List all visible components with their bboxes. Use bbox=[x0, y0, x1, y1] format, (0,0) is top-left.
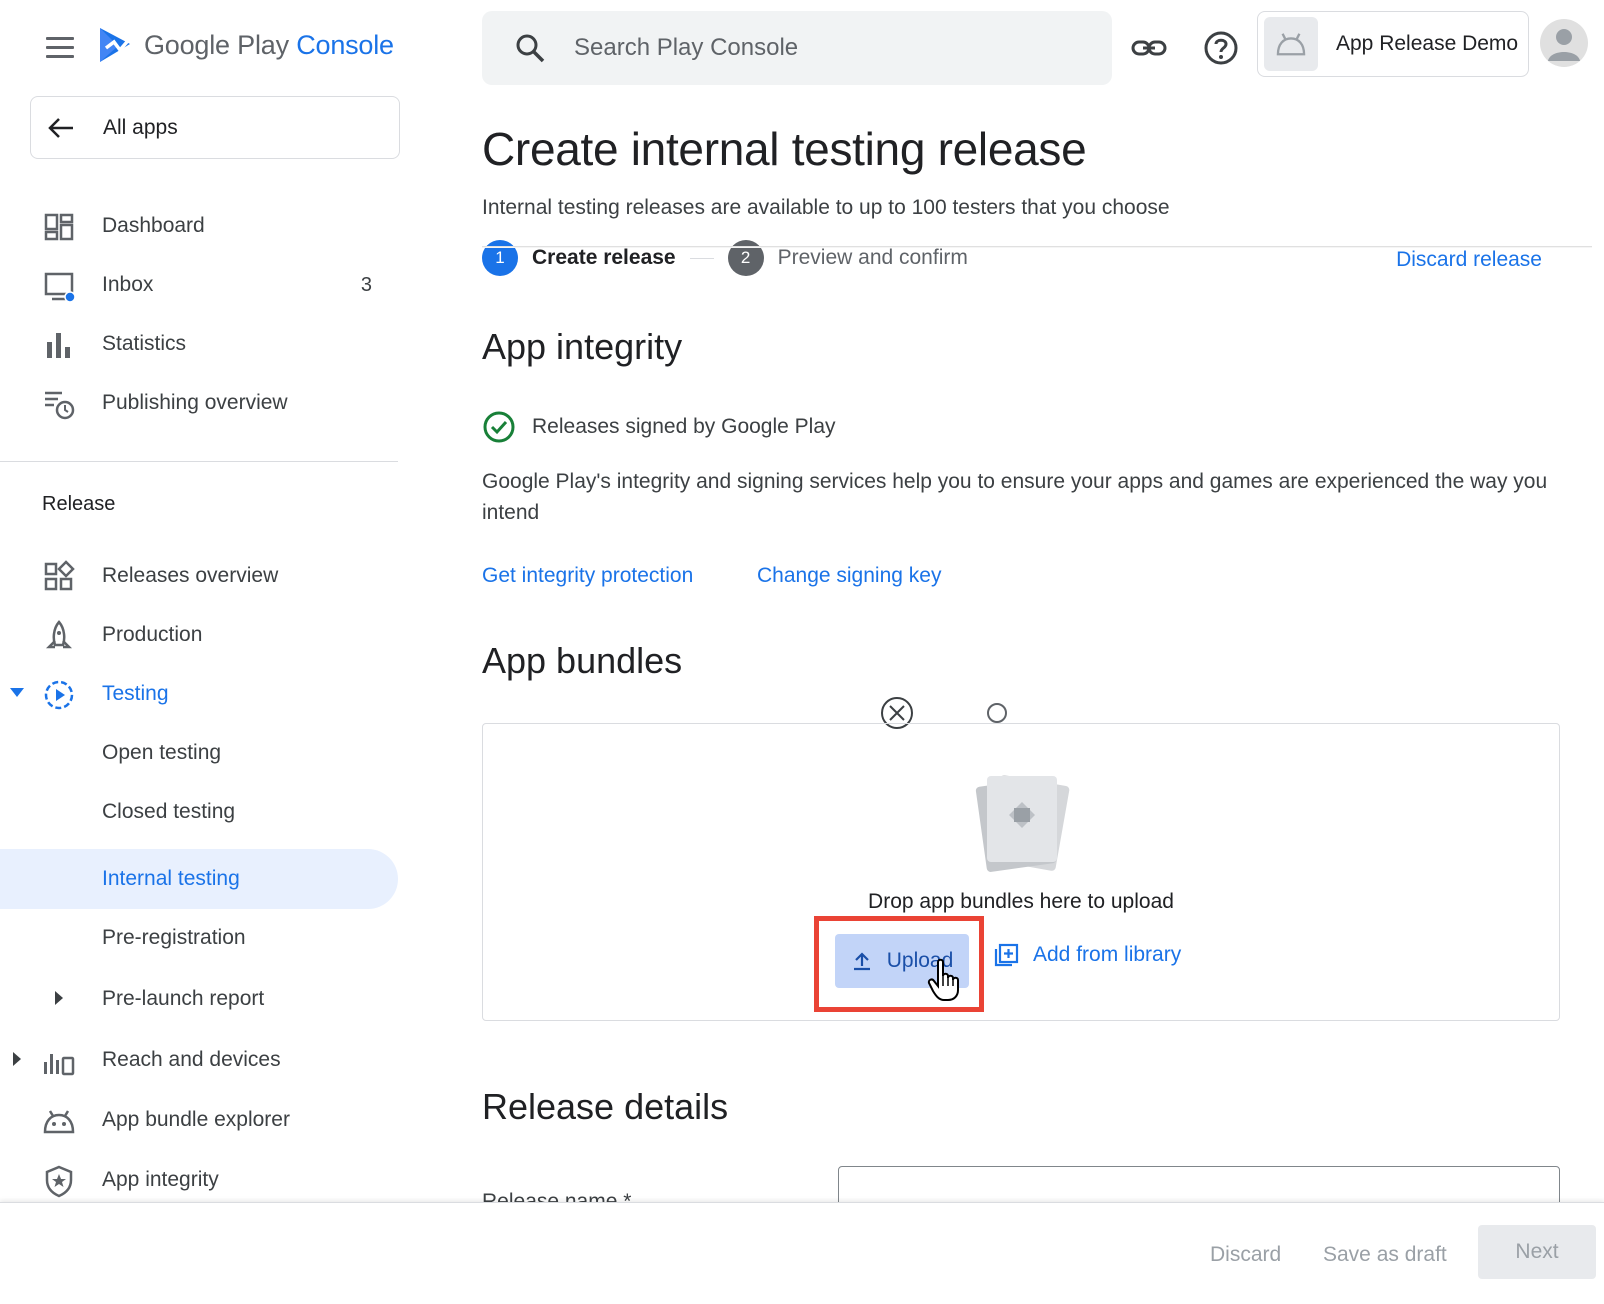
sidebar-section-release: Release bbox=[42, 493, 116, 515]
app-android-icon bbox=[1264, 17, 1318, 71]
search-bar[interactable] bbox=[482, 11, 1112, 85]
inbox-count-badge: 3 bbox=[360, 273, 372, 296]
add-from-library-button[interactable]: Add from library bbox=[993, 942, 1181, 968]
app-bundles-heading: App bundles bbox=[482, 640, 683, 681]
sidebar-item-label: Reach and devices bbox=[102, 1048, 281, 1071]
sidebar-item-internal-testing[interactable]: Internal testing bbox=[0, 849, 398, 909]
releases-grid-icon bbox=[44, 560, 75, 591]
step-preview-confirm[interactable]: Preview and confirm bbox=[778, 246, 968, 270]
search-icon bbox=[516, 34, 545, 63]
sidebar-item-reach-and-devices[interactable]: Reach and devices bbox=[0, 1030, 398, 1090]
footer-bar: Discard Save as draft Next bbox=[0, 1202, 1604, 1304]
check-circle-icon bbox=[483, 411, 515, 443]
inbox-icon bbox=[44, 272, 76, 303]
app-bundle-icon bbox=[975, 775, 1070, 872]
avatar[interactable] bbox=[1540, 19, 1588, 67]
release-details-heading: Release details bbox=[482, 1086, 729, 1127]
bundle-dropzone[interactable]: Drop app bundles here to upload Upload A… bbox=[482, 723, 1560, 1021]
integrity-description: Google Play's integrity and signing serv… bbox=[482, 470, 1548, 524]
sidebar-item-label: Releases overview bbox=[102, 564, 279, 587]
next-button[interactable]: Next bbox=[1478, 1225, 1596, 1279]
play-console-logo[interactable]: Google Play Console bbox=[96, 24, 394, 66]
library-add-icon bbox=[994, 943, 1019, 967]
discard-button[interactable]: Discard bbox=[1210, 1243, 1281, 1267]
hand-cursor-icon bbox=[927, 958, 959, 1001]
sidebar-divider bbox=[0, 461, 398, 462]
sidebar-item-dashboard[interactable]: Dashboard bbox=[0, 196, 398, 256]
play-console-logo-icon bbox=[100, 28, 134, 62]
chevron-right-icon[interactable] bbox=[54, 991, 64, 1005]
sidebar-item-closed-testing[interactable]: Closed testing bbox=[0, 782, 398, 842]
bar-chart-icon bbox=[47, 333, 70, 358]
app-name: App Release Demo bbox=[1336, 32, 1519, 55]
caret-down-icon bbox=[10, 688, 24, 697]
page-title: Create internal testing release bbox=[482, 123, 1087, 175]
arrow-back-icon bbox=[48, 117, 73, 138]
hamburger-menu-icon[interactable] bbox=[40, 32, 80, 64]
radio-circle-icon[interactable] bbox=[987, 703, 1007, 723]
sidebar-item-app-bundle-explorer[interactable]: App bundle explorer bbox=[0, 1090, 398, 1150]
page-subtitle: Internal testing releases are available … bbox=[482, 196, 1170, 219]
schedule-list-icon bbox=[45, 391, 75, 420]
sidebar-item-label: Closed testing bbox=[102, 800, 236, 823]
sidebar-item-publishing-overview[interactable]: Publishing overview bbox=[0, 373, 398, 433]
app-integrity-heading: App integrity bbox=[482, 326, 683, 367]
sidebar-item-pre-launch-report[interactable]: Pre-launch report bbox=[0, 969, 398, 1029]
testing-play-icon bbox=[44, 680, 74, 710]
signed-text: Releases signed by Google Play bbox=[532, 415, 836, 438]
sidebar-item-label: Statistics bbox=[102, 332, 187, 355]
sidebar: Google Play Console All apps Dashboard I… bbox=[0, 0, 400, 1304]
all-apps-label: All apps bbox=[103, 115, 178, 139]
android-icon bbox=[43, 1110, 75, 1134]
sidebar-item-label: App integrity bbox=[102, 1168, 219, 1191]
sidebar-item-label: Pre-registration bbox=[102, 926, 246, 949]
sidebar-item-testing[interactable]: Testing bbox=[0, 664, 398, 724]
sidebar-item-open-testing[interactable]: Open testing bbox=[0, 723, 398, 783]
step-connector bbox=[689, 257, 714, 259]
chevron-right-icon[interactable] bbox=[12, 1052, 22, 1066]
sidebar-item-statistics[interactable]: Statistics bbox=[0, 314, 398, 374]
add-from-library-label: Add from library bbox=[1033, 943, 1182, 966]
sidebar-item-releases-overview[interactable]: Releases overview bbox=[0, 546, 398, 606]
all-apps-button[interactable]: All apps bbox=[30, 96, 400, 159]
rocket-icon bbox=[45, 620, 73, 649]
app-selector[interactable]: App Release Demo bbox=[1257, 11, 1529, 77]
sidebar-item-app-integrity[interactable]: App integrity bbox=[0, 1150, 398, 1210]
drop-instructions: Drop app bundles here to upload bbox=[868, 890, 1174, 913]
sidebar-item-pre-registration[interactable]: Pre-registration bbox=[0, 908, 398, 968]
search-input[interactable] bbox=[574, 34, 1074, 62]
shield-icon bbox=[45, 1165, 73, 1198]
step-create-release[interactable]: Create release bbox=[532, 246, 676, 270]
get-integrity-protection-link[interactable]: Get integrity protection bbox=[482, 564, 693, 588]
sidebar-item-label: Testing bbox=[102, 682, 169, 705]
sidebar-item-inbox[interactable]: Inbox 3 bbox=[0, 255, 398, 315]
reach-devices-icon bbox=[44, 1054, 75, 1076]
sidebar-item-label: Pre-launch report bbox=[102, 987, 265, 1010]
sidebar-item-label: Dashboard bbox=[102, 214, 205, 237]
sidebar-item-label: Open testing bbox=[102, 741, 222, 764]
dashboard-icon bbox=[44, 213, 74, 241]
sidebar-item-label: Inbox bbox=[102, 273, 154, 296]
help-icon[interactable] bbox=[1201, 28, 1241, 68]
discard-release-link[interactable]: Discard release bbox=[1396, 248, 1542, 272]
sidebar-item-label: Publishing overview bbox=[102, 391, 288, 414]
logo-text: Google Play Console bbox=[144, 29, 394, 60]
link-icon[interactable] bbox=[1129, 28, 1169, 68]
sidebar-item-production[interactable]: Production bbox=[0, 605, 398, 665]
sidebar-item-label: Production bbox=[102, 623, 203, 646]
save-as-draft-button[interactable]: Save as draft bbox=[1323, 1243, 1447, 1267]
sidebar-item-label: App bundle explorer bbox=[102, 1108, 290, 1131]
sidebar-item-label: Internal testing bbox=[102, 867, 240, 890]
account-icon bbox=[1548, 29, 1580, 61]
signed-status: Releases signed by Google Play bbox=[482, 410, 836, 444]
change-signing-key-link[interactable]: Change signing key bbox=[757, 564, 941, 588]
